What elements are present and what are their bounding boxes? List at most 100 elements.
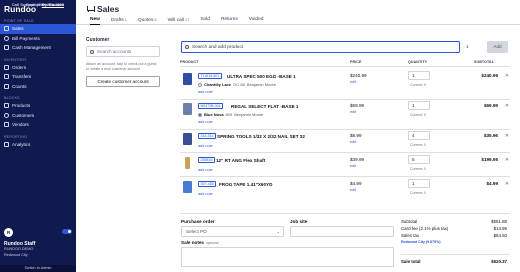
product-name: REGAL SELECT FLAT -BASE 1 <box>231 103 299 109</box>
sku-badge[interactable]: T1W19-501 <box>198 73 222 79</box>
sale-total-value: $620.37 <box>491 259 507 264</box>
sale-total-label: Sale total <box>401 259 421 264</box>
col-header-quantity: QUANTITY <box>408 60 428 64</box>
switch-to-admin-button[interactable]: Switch to Admin <box>0 265 76 272</box>
row-subtotal: $4.99 <box>486 181 499 186</box>
remove-icon[interactable]: ✕ <box>505 133 509 139</box>
add-note-link[interactable]: add note <box>198 168 213 172</box>
customer-search-input[interactable]: Search accounts <box>86 46 160 57</box>
quantity-input[interactable]: 4 <box>408 131 430 140</box>
avatar[interactable]: R <box>4 228 13 237</box>
cart-icon <box>4 26 9 32</box>
job-site-input[interactable] <box>290 226 394 237</box>
remove-icon[interactable]: ✕ <box>505 103 509 109</box>
edit-price-link[interactable]: edit <box>350 188 356 192</box>
row-subtotal: $35.96 <box>483 133 498 138</box>
tab-drafts[interactable]: Drafts1 <box>111 17 127 25</box>
add-note-link[interactable]: add note <box>198 144 213 148</box>
remove-icon[interactable]: ✕ <box>505 157 509 163</box>
price: $240.99 <box>350 73 367 78</box>
add-note-link[interactable]: add note <box>198 120 213 124</box>
product-name: ULTRA SPEC 500 EGG -BASE 1 <box>227 73 296 79</box>
tab-new[interactable]: New <box>90 17 100 25</box>
brand-block: Rundoo Call Support (650) 394-2205 Explo… <box>0 0 76 14</box>
tax-jurisdiction-link[interactable]: Redwood City (9.875%) <box>401 240 441 244</box>
quantity-input[interactable]: 5 <box>408 155 430 164</box>
sku-badge[interactable]: 316-011 <box>198 133 216 139</box>
sku-badge[interactable]: N0472B-001 <box>198 103 224 109</box>
create-customer-button[interactable]: Create customer account <box>86 76 160 88</box>
sku-badge[interactable]: 397-450 <box>198 181 217 187</box>
col-header-subtotal: SUBTOTAL <box>474 60 495 64</box>
sales-tabs: New Drafts1 Quotes6 Will call17 Sold Ret… <box>90 17 274 25</box>
sidebar-item-customers[interactable]: Customers <box>0 111 76 121</box>
sidebar-item-cash-management[interactable]: Cash Management <box>0 43 76 53</box>
job-site-label: Job site <box>290 219 308 224</box>
sidebar-item-transfers[interactable]: Transfers <box>0 72 76 82</box>
current-stock: Current: 0 <box>410 167 426 171</box>
current-stock: Current: 0 <box>410 191 426 195</box>
edit-price-link[interactable]: edit <box>350 164 356 168</box>
color-swatch <box>198 112 202 117</box>
table-row: N0472B-001 REGAL SELECT FLAT -BASE 1 Blu… <box>180 101 510 131</box>
sales-tax-value: $54.50 <box>493 233 507 238</box>
sidebar-item-counts[interactable]: Counts <box>0 82 76 92</box>
quantity-input[interactable]: 1 <box>408 71 430 80</box>
theme-toggle[interactable] <box>62 229 72 234</box>
dollar-icon <box>4 35 9 41</box>
sidebar-item-products[interactable]: Products <box>0 101 76 111</box>
remove-icon[interactable]: ✕ <box>505 181 509 187</box>
current-stock: Current: 0 <box>410 113 426 117</box>
remove-icon[interactable]: ✕ <box>505 73 509 79</box>
col-header-price: PRICE <box>350 60 362 64</box>
purchase-order-select[interactable]: Select PO ⌄ <box>181 226 284 237</box>
product-image <box>183 133 192 145</box>
purchase-order-label: Purchase order <box>181 219 215 224</box>
row-divider <box>180 176 510 177</box>
sidebar-item-analytics[interactable]: Analytics <box>0 140 76 150</box>
tab-sold[interactable]: Sold <box>200 17 210 25</box>
quantity-input[interactable]: 1 <box>408 101 430 110</box>
col-header-product: PRODUCT <box>180 60 199 64</box>
search-icon <box>185 45 189 49</box>
color-info: Blue Nova 825 Benjamin Moore <box>198 112 263 117</box>
price: $69.99 <box>350 103 365 108</box>
edit-price-link[interactable]: edit <box>350 110 356 114</box>
tab-returns[interactable]: Returns <box>221 17 238 25</box>
add-quantity-input[interactable]: 1 <box>466 44 469 49</box>
sidebar-item-sales[interactable]: Sales <box>0 24 76 34</box>
add-note-link[interactable]: add note <box>198 192 213 196</box>
analytics-icon <box>4 141 9 147</box>
tab-voided[interactable]: Voided <box>249 17 264 25</box>
totals-divider <box>401 254 510 255</box>
product-name: 12" RT ANG Flex Shaft <box>216 157 266 163</box>
sidebar-item-bill-payments[interactable]: Bill Payments <box>0 34 76 44</box>
product-image <box>183 73 192 85</box>
table-row: T1W19-501 ULTRA SPEC 500 EGG -BASE 1 Cha… <box>180 71 510 101</box>
transfer-icon <box>4 74 9 80</box>
product-search-input[interactable]: Search and add product <box>181 41 460 53</box>
subtotal-value: $551.88 <box>491 219 507 224</box>
color-info: Chantilly Lace OC-65 Benjamin Moore <box>198 82 276 87</box>
sale-notes-input[interactable] <box>181 247 394 267</box>
customer-heading: Customer <box>86 37 110 43</box>
product-image <box>183 181 192 193</box>
customer-panel: Customer Search accounts Attach an accou… <box>86 37 160 88</box>
row-divider <box>180 99 510 100</box>
sale-footer: Purchase order Select PO ⌄ Job site Sale … <box>180 213 510 272</box>
add-product-button[interactable]: Add <box>487 41 508 53</box>
row-divider <box>180 152 510 153</box>
tab-quotes[interactable]: Quotes6 <box>138 17 157 25</box>
sku-badge[interactable]: 255815 <box>198 157 215 163</box>
add-note-link[interactable]: add note <box>198 90 213 94</box>
card-fee-value: $13.99 <box>493 226 507 231</box>
edit-price-link[interactable]: edit <box>350 80 356 84</box>
current-stock: Current: 0 <box>410 83 426 87</box>
sidebar-item-orders[interactable]: Orders <box>0 63 76 73</box>
tab-will-call[interactable]: Will call17 <box>168 17 190 25</box>
price: $4.99 <box>350 181 362 186</box>
edit-price-link[interactable]: edit <box>350 140 356 144</box>
explore-link[interactable]: the Rundoo <box>42 2 64 7</box>
quantity-input[interactable]: 1 <box>408 179 430 188</box>
sidebar-item-vendors[interactable]: Vendors <box>0 120 76 130</box>
